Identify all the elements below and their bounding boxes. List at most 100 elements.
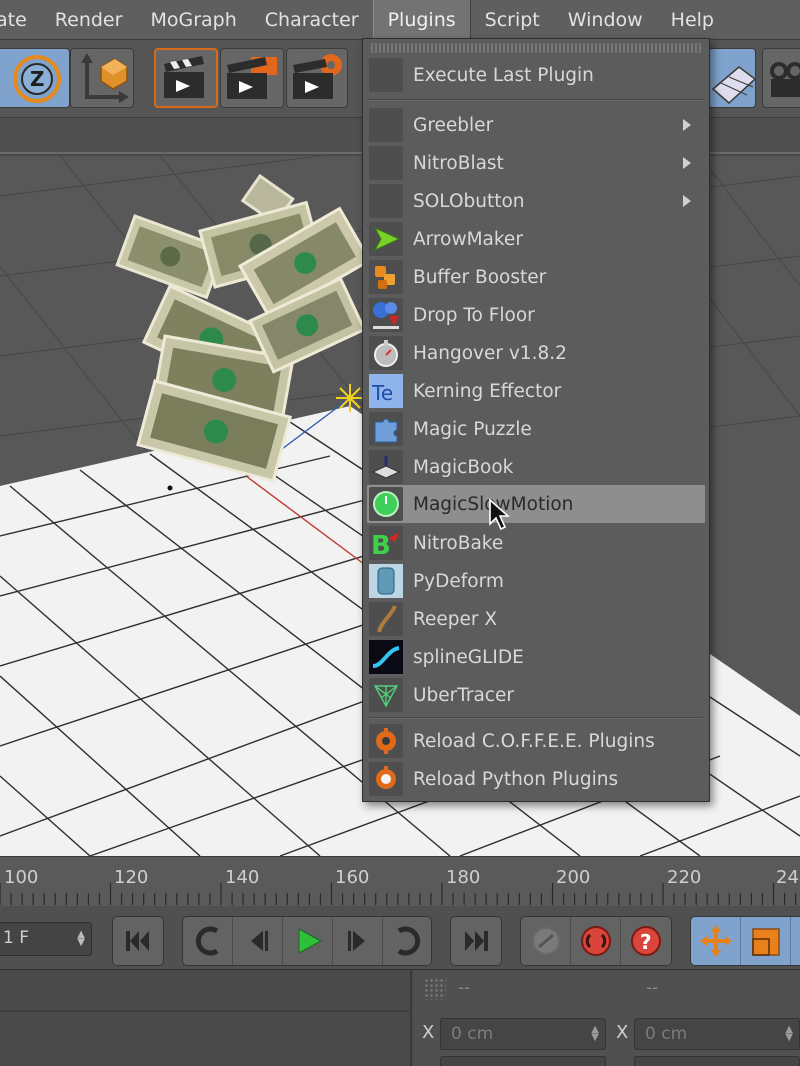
- menu-item-drop-to-floor[interactable]: Drop To Floor: [367, 297, 705, 333]
- current-frame-value: 1 F: [3, 928, 29, 948]
- menu-item-pydeform[interactable]: PyDeform: [367, 563, 705, 599]
- svg-text:B: B: [371, 531, 391, 560]
- menu-item-label: NitroBake: [413, 532, 504, 554]
- menu-script[interactable]: Script: [471, 0, 554, 40]
- menu-item-reload-coffee-plugins[interactable]: Reload C.O.F.F.E.E. Plugins: [367, 723, 705, 759]
- menu-item-ubertracer[interactable]: UberTracer: [367, 677, 705, 713]
- menu-mograph[interactable]: MoGraph: [136, 0, 250, 40]
- stepper-arrows-icon[interactable]: ▲ ▼: [77, 930, 85, 948]
- render-region-button[interactable]: [220, 48, 284, 108]
- blank-icon: [369, 146, 403, 180]
- timeline-ruler[interactable]: 100 120 140 160 180 200 220 24: [0, 856, 800, 906]
- coordinates-header-left: --: [458, 978, 471, 998]
- position-key-button[interactable]: [691, 917, 741, 965]
- svg-text:?: ?: [640, 930, 652, 954]
- y-size-field[interactable]: [634, 1056, 800, 1066]
- go-to-end-button[interactable]: [451, 917, 501, 965]
- submenu-arrow-icon: [683, 119, 691, 131]
- move-arrows-icon: [700, 925, 732, 957]
- menu-plugins[interactable]: Plugins: [372, 0, 471, 40]
- play-button[interactable]: [283, 917, 333, 965]
- autokeying-button[interactable]: [571, 917, 621, 965]
- play-icon: [298, 928, 323, 954]
- x-size-value: 0 cm: [645, 1024, 688, 1044]
- x-position-value: 0 cm: [451, 1024, 494, 1044]
- record-controls: ?: [520, 916, 672, 966]
- menu-separator: [369, 717, 703, 719]
- submenu-nitroblast[interactable]: NitroBlast: [367, 145, 705, 181]
- panel-grip-icon[interactable]: [424, 978, 446, 1000]
- menu-separator: [369, 99, 703, 101]
- pydeform-icon: [369, 564, 403, 598]
- menu-item-label: Kerning Effector: [413, 380, 562, 402]
- menu-create[interactable]: ate: [0, 0, 41, 40]
- menu-item-hangover[interactable]: Hangover v1.8.2: [367, 335, 705, 371]
- svg-text:Z: Z: [30, 67, 45, 91]
- puzzle-icon: [369, 412, 403, 446]
- go-to-start-group: [112, 916, 164, 966]
- next-keyframe-button[interactable]: [383, 917, 433, 965]
- menu-item-label: UberTracer: [413, 684, 514, 706]
- menu-item-label: ArrowMaker: [413, 228, 523, 250]
- menu-item-splineglide[interactable]: splineGLIDE: [367, 639, 705, 675]
- camera-object-button[interactable]: [762, 48, 800, 108]
- keyframe-selection-button[interactable]: ?: [621, 917, 671, 965]
- floor-object-button[interactable]: [708, 48, 757, 108]
- step-forward-icon: [348, 931, 365, 951]
- menu-window[interactable]: Window: [554, 0, 657, 40]
- previous-keyframe-button[interactable]: [183, 917, 233, 965]
- menu-help[interactable]: Help: [657, 0, 728, 40]
- world-coordinates-button[interactable]: [70, 48, 134, 108]
- submenu-solobutton[interactable]: SOLObutton: [367, 183, 705, 219]
- splineglide-icon: [369, 640, 403, 674]
- menu-item-nitrobake[interactable]: B NitroBake: [367, 525, 705, 561]
- menu-item-label: NitroBlast: [413, 152, 504, 174]
- menu-render[interactable]: Render: [41, 0, 137, 40]
- submenu-arrow-icon: [683, 157, 691, 169]
- menu-item-magicslowmotion[interactable]: MagicSlowMotion: [367, 485, 705, 523]
- render-view-button[interactable]: [154, 48, 218, 108]
- camera-icon: [770, 62, 800, 97]
- drop-to-floor-icon: [369, 298, 403, 332]
- previous-frame-button[interactable]: [233, 917, 283, 965]
- ruler-tick-label: 24: [776, 867, 799, 888]
- x-position-label: X: [422, 1022, 435, 1043]
- ruler-tick-label: 100: [4, 867, 39, 888]
- ruler-tick-label: 180: [446, 867, 481, 888]
- current-frame-field[interactable]: 1 F ▲ ▼: [0, 922, 92, 956]
- render-settings-button[interactable]: [286, 48, 348, 108]
- menu-item-reeper-x[interactable]: Reeper X: [367, 601, 705, 637]
- x-position-field[interactable]: 0 cm ▲ ▼: [440, 1018, 606, 1050]
- menu-item-buffer-booster[interactable]: Buffer Booster: [367, 259, 705, 295]
- menu-item-arrowmaker[interactable]: ArrowMaker: [367, 221, 705, 257]
- go-to-start-button[interactable]: [113, 917, 163, 965]
- ruler-tick-label: 200: [556, 867, 591, 888]
- clapperboard-region-icon: [227, 57, 277, 99]
- record-active-objects-button[interactable]: [521, 917, 571, 965]
- z-axis-icon: Z: [13, 55, 61, 103]
- kerning-te-icon: Te: [369, 374, 403, 408]
- y-position-field[interactable]: [440, 1056, 606, 1066]
- scale-key-button[interactable]: [741, 917, 791, 965]
- menu-item-reload-python-plugins[interactable]: Reload Python Plugins: [367, 761, 705, 797]
- menu-item-kerning-effector[interactable]: Te Kerning Effector: [367, 373, 705, 409]
- menu-item-execute-last-plugin[interactable]: Execute Last Plugin: [367, 57, 705, 93]
- transport-bar: 1 F ▲ ▼ ?: [0, 906, 800, 970]
- menu-item-magicbook[interactable]: MagicBook: [367, 449, 705, 485]
- z-axis-lock-button[interactable]: Z: [0, 48, 70, 108]
- ruler-tick-label: 140: [225, 867, 260, 888]
- submenu-greebler[interactable]: Greebler: [367, 107, 705, 143]
- tear-off-grip[interactable]: [371, 43, 701, 53]
- menu-character[interactable]: Character: [251, 0, 373, 40]
- menu-item-label: Magic Puzzle: [413, 418, 532, 440]
- ruler-tick-label: 220: [667, 867, 702, 888]
- key-disabled-icon: [532, 927, 560, 955]
- go-to-end-group: [450, 916, 502, 966]
- x-size-field[interactable]: 0 cm ▲ ▼: [634, 1018, 800, 1050]
- next-frame-button[interactable]: [333, 917, 383, 965]
- menu-bar: ate Render MoGraph Character Plugins Scr…: [0, 0, 800, 40]
- menu-item-label: Buffer Booster: [413, 266, 547, 288]
- stepper-arrows-icon[interactable]: ▲ ▼: [591, 1025, 599, 1043]
- menu-item-magic-puzzle[interactable]: Magic Puzzle: [367, 411, 705, 447]
- stepper-arrows-icon[interactable]: ▲ ▼: [785, 1025, 793, 1043]
